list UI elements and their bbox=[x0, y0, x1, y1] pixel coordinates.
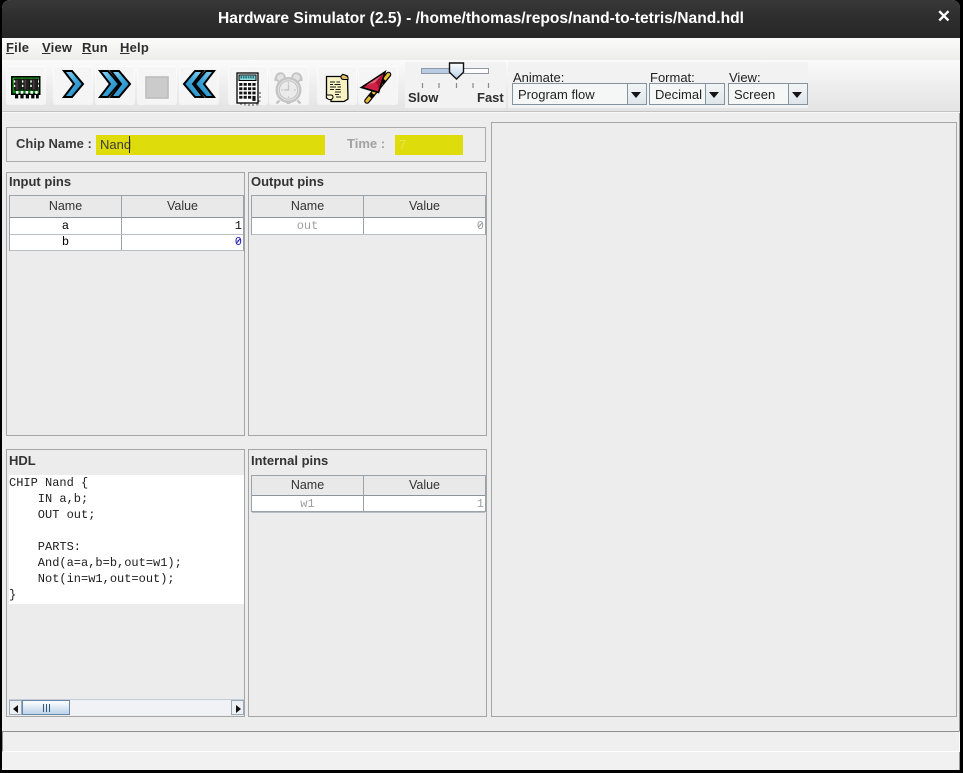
svg-text:Slow: Slow bbox=[408, 90, 439, 105]
svg-text:Fast: Fast bbox=[477, 90, 504, 105]
